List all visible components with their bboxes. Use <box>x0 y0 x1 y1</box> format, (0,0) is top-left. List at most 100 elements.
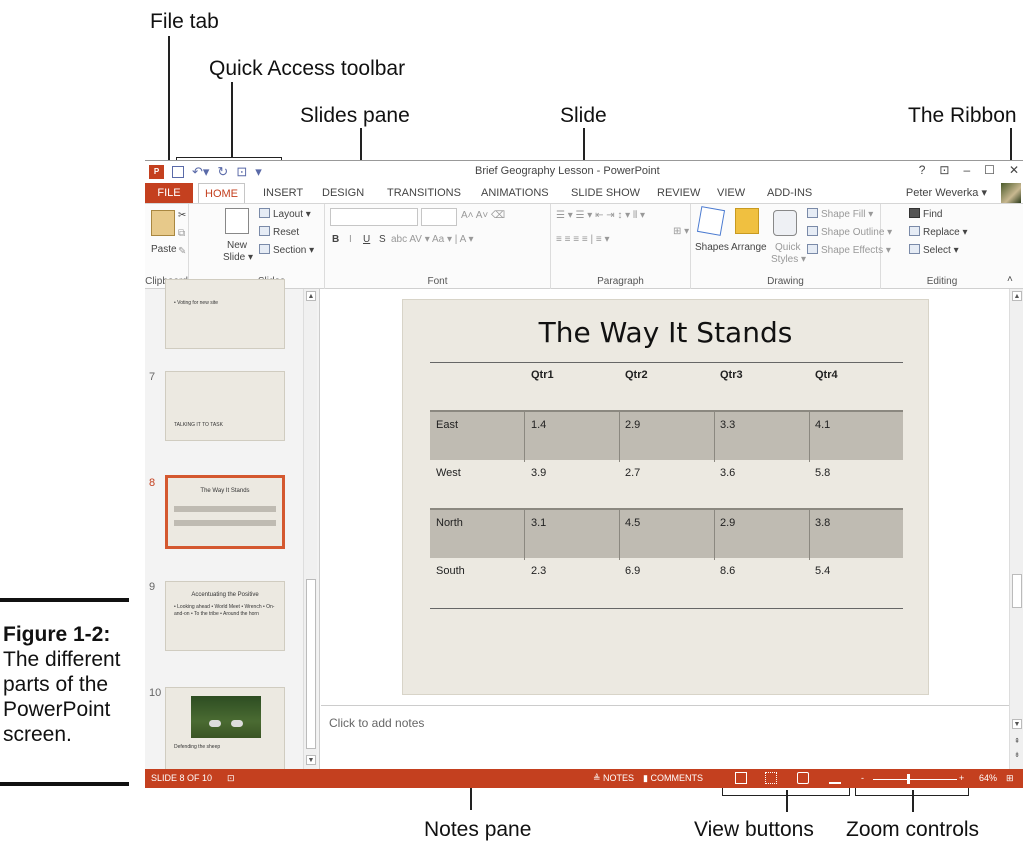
sheep-2 <box>231 720 243 727</box>
replace-button[interactable]: Replace ▾ <box>909 226 968 238</box>
text-direction-icon[interactable]: ⊞ ▾ <box>673 226 689 237</box>
scroll-up-icon[interactable]: ▲ <box>306 291 316 301</box>
undo-icon[interactable]: ↶▾ <box>192 164 209 180</box>
notes-placeholder[interactable]: Click to add notes <box>329 716 424 730</box>
new-slide-icon[interactable] <box>225 208 249 234</box>
customize-qat-icon[interactable]: ▾ <box>255 164 262 180</box>
arrange-icon[interactable] <box>735 208 759 234</box>
zoom-level[interactable]: 64% <box>979 773 997 783</box>
new-slide-button[interactable]: New <box>227 240 247 251</box>
reading-view-icon[interactable] <box>797 772 809 784</box>
quick-styles-label-2[interactable]: Styles ▾ <box>771 254 806 265</box>
zoom-out-button[interactable]: - <box>861 773 864 783</box>
strikethrough-icon[interactable]: abc AV ▾ Aa ▾ | A ▾ <box>391 234 474 245</box>
slide-title[interactable]: The Way It Stands <box>403 316 928 349</box>
align-icons[interactable]: ≡ ≡ ≡ ≡ | ≡ ▾ <box>556 234 609 245</box>
format-painter-icon[interactable]: ✎ <box>178 246 186 257</box>
avatar[interactable] <box>1001 183 1021 203</box>
group-drawing: Shapes Arrange Quick Styles ▾ Shape Fill… <box>691 204 892 290</box>
arrange-button[interactable]: Arrange <box>731 242 767 253</box>
slide-thumb-10-number: 10 <box>149 687 162 699</box>
tab-file[interactable]: FILE <box>145 183 193 203</box>
tab-animations[interactable]: ANIMATIONS <box>475 183 555 203</box>
slide-thumb-8[interactable]: The Way It Stands <box>165 475 285 549</box>
start-from-beginning-icon[interactable]: ⊡ <box>236 164 247 180</box>
save-icon[interactable] <box>172 166 184 178</box>
comments-button[interactable]: ▮ COMMENTS <box>643 773 703 784</box>
tab-transitions[interactable]: TRANSITIONS <box>381 183 467 203</box>
cut-icon[interactable]: ✂ <box>178 210 186 221</box>
zoom-slider-knob[interactable] <box>907 774 910 784</box>
collapse-ribbon-icon[interactable]: ˄ <box>1007 274 1013 285</box>
previous-slide-icon[interactable]: ⇞ <box>1012 737 1022 747</box>
user-name[interactable]: Peter Weverka ▾ <box>906 186 987 199</box>
bullets-numbering-icon[interactable]: ☰ ▾ ☰ ▾ ⇤ ⇥ ↕ ▾ ⫴ ▾ <box>556 210 645 221</box>
new-slide-label[interactable]: Slide ▾ <box>223 252 253 263</box>
quick-styles-label-1[interactable]: Quick <box>775 242 801 253</box>
slide-thumb-8-band-1 <box>174 506 276 512</box>
slide-thumb-7[interactable]: TALKING IT TO TASK <box>165 371 285 441</box>
shape-fill-button[interactable]: Shape Fill ▾ <box>807 208 873 220</box>
slide-scroll-thumb[interactable] <box>1012 574 1022 608</box>
underline-icon[interactable]: U <box>363 234 370 245</box>
tab-design[interactable]: DESIGN <box>316 183 370 203</box>
slide-thumb-10[interactable]: Defending the sheep <box>165 687 285 775</box>
tab-insert[interactable]: INSERT <box>257 183 309 203</box>
tab-home[interactable]: HOME <box>198 183 245 203</box>
close-icon[interactable]: ✕ <box>1009 163 1019 177</box>
maximize-icon[interactable]: ☐ <box>984 163 995 177</box>
font-name-combo[interactable] <box>330 208 418 226</box>
normal-view-icon[interactable] <box>735 772 747 784</box>
ribbon-display-icon[interactable]: ⊡ <box>939 163 949 177</box>
current-slide[interactable]: The Way It Stands Qtr1 Qtr2 Qtr3 Qtr4 Ea… <box>402 299 929 695</box>
shape-fill-icon <box>807 208 818 218</box>
slide-scrollbar[interactable]: ▲ ▼ ⇞ ⇟ <box>1009 289 1023 769</box>
quick-styles-icon[interactable] <box>773 210 797 236</box>
table-cell: 5.4 <box>815 565 831 577</box>
font-grow-shrink-icon[interactable]: A˄ A˅ ⌫ <box>461 210 505 221</box>
fit-to-window-icon[interactable]: ⊞ <box>1006 773 1014 784</box>
bold-icon[interactable]: B <box>332 234 339 245</box>
notes-pane[interactable]: Click to add notes <box>321 705 1009 769</box>
table-row: East 1.4 2.9 3.3 4.1 <box>430 410 903 462</box>
minimize-icon[interactable]: – <box>963 163 970 177</box>
tab-review[interactable]: REVIEW <box>651 183 706 203</box>
spelling-icon[interactable]: ⊡ <box>227 773 235 784</box>
slide-thumb-9[interactable]: Accentuating the Positive • Looking ahea… <box>165 581 285 651</box>
select-button[interactable]: Select ▾ <box>909 244 959 256</box>
slide-sorter-icon[interactable] <box>765 772 777 784</box>
font-size-combo[interactable] <box>421 208 457 226</box>
slide-thumb-8-title: The Way It Stands <box>200 488 250 494</box>
scroll-down-icon[interactable]: ▼ <box>1012 719 1022 729</box>
italic-icon[interactable]: I <box>349 234 352 245</box>
zoom-in-button[interactable]: + <box>959 773 964 783</box>
next-slide-icon[interactable]: ⇟ <box>1012 751 1022 761</box>
tab-slide-show[interactable]: SLIDE SHOW <box>565 183 646 203</box>
layout-button[interactable]: Layout ▾ <box>259 208 311 220</box>
slides-pane-scroll-thumb[interactable] <box>306 579 316 749</box>
paste-button[interactable]: Paste <box>151 244 177 255</box>
paste-icon[interactable] <box>151 210 175 236</box>
slide-thumb-6[interactable]: • Voting for new site <box>165 279 285 349</box>
notes-button[interactable]: ≜ NOTES <box>593 773 634 784</box>
slides-pane-scrollbar[interactable]: ▲ ▼ <box>303 289 317 769</box>
shapes-icon[interactable] <box>696 206 726 236</box>
shape-effects-button[interactable]: Shape Effects ▾ <box>807 244 891 256</box>
copy-icon[interactable]: ⧉ <box>178 228 185 239</box>
tab-view[interactable]: VIEW <box>711 183 751 203</box>
zoom-slider[interactable] <box>873 779 957 780</box>
redo-icon[interactable]: ↻ <box>217 164 228 180</box>
shape-outline-button[interactable]: Shape Outline ▾ <box>807 226 892 238</box>
callout-slides-pane: Slides pane <box>300 104 410 127</box>
help-icon[interactable]: ? <box>919 163 926 177</box>
shadow-icon[interactable]: S <box>379 234 386 245</box>
scroll-down-icon[interactable]: ▼ <box>306 755 316 765</box>
shapes-button[interactable]: Shapes <box>695 242 729 253</box>
slide-show-icon[interactable] <box>829 772 841 784</box>
tab-add-ins[interactable]: ADD-INS <box>761 183 818 203</box>
find-button[interactable]: Find <box>909 208 942 220</box>
reset-button[interactable]: Reset <box>259 226 299 238</box>
callout-quick-access: Quick Access toolbar <box>209 57 406 80</box>
scroll-up-icon[interactable]: ▲ <box>1012 291 1022 301</box>
section-button[interactable]: Section ▾ <box>259 244 314 256</box>
